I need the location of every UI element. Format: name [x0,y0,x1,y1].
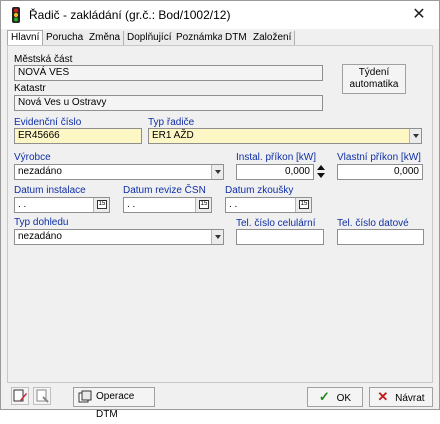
evidencni-cislo-input[interactable]: ER45666 [14,128,142,144]
evidencni-cislo-label: Evidenční číslo [14,117,82,128]
typ-radice-value: ER1 AŽD [152,130,194,141]
edit-icon[interactable] [11,387,29,405]
datum-instalace-label: Datum instalace [14,185,86,196]
chevron-down-icon[interactable] [409,129,421,143]
tydeni-automatika-line1: Týdení [358,67,390,78]
tab-zalozeni[interactable]: Založení [250,31,296,45]
typ-dohledu-select[interactable]: nezadáno [14,229,224,245]
typ-dohledu-value: nezadáno [18,231,62,242]
datum-revize-label: Datum revize ČSN [123,185,206,196]
typ-dohledu-label: Typ dohledu [14,217,69,228]
instal-prikon-label: Instal. příkon [kW] [236,152,317,163]
calendar-icon[interactable]: 15 [195,198,211,212]
vlastni-prikon-label: Vlastní příkon [kW] [337,152,421,163]
vyrobce-value: nezadáno [18,166,62,177]
katastr-label: Katastr [14,83,46,94]
tab-poznamka[interactable]: Poznámka [173,31,228,45]
navrat-button[interactable]: ✕ Návrat [369,387,433,407]
chevron-down-icon[interactable] [211,230,223,244]
tab-bar: Hlavní Porucha Změna Doplňující Poznámka… [7,30,433,45]
tel-celularni-input[interactable] [236,229,324,245]
datum-instalace-input[interactable]: . . 15 [14,197,110,213]
operace-dtm-label: Operace DTM [96,391,135,420]
tab-porucha[interactable]: Porucha [43,31,88,45]
tel-celularni-label: Tel. číslo celulární [236,218,316,229]
datum-zkousky-value: . . [229,199,238,210]
navrat-label: Návrat [395,393,425,404]
chevron-down-icon[interactable] [211,165,223,179]
tab-dtm[interactable]: DTM [222,31,251,45]
tel-datove-input[interactable] [337,229,424,245]
vyrobce-label: Výrobce [14,152,51,163]
mestska-cast-field: NOVÁ VES [14,65,323,81]
instal-prikon-input[interactable]: 0,000 [236,164,314,180]
dialog-window: Řadič - zakládání (gr.č.: Bod/1002/12) ✕… [0,0,440,420]
mestska-cast-label: Městská část [14,54,73,65]
datum-zkousky-label: Datum zkoušky [225,185,294,196]
typ-radice-label: Typ řadiče [148,117,195,128]
vlastni-prikon-input[interactable]: 0,000 [337,164,423,180]
close-button[interactable]: ✕ [405,3,433,27]
dtm-icon [78,390,92,403]
datum-zkousky-input[interactable]: . . 15 [225,197,312,213]
datum-revize-value: . . [127,199,136,210]
tydeni-automatika-button[interactable]: Týdení automatika [342,64,406,94]
window-title: Řadič - zakládání (gr.č.: Bod/1002/12) [29,8,231,22]
tel-datove-label: Tel. číslo datové [337,218,409,229]
tab-panel-hlavni: Městská část NOVÁ VES Týdení automatika … [7,45,433,383]
tab-doplnujici[interactable]: Doplňující [124,31,176,45]
spinner-icon[interactable] [315,164,327,180]
ok-label: OK [336,393,352,404]
calendar-icon[interactable]: 15 [93,198,109,212]
operace-dtm-button[interactable]: Operace DTM [73,387,155,420]
ok-button[interactable]: ✓ OK [307,387,363,407]
vyrobce-select[interactable]: nezadáno [14,164,224,180]
tab-zmena[interactable]: Změna [86,31,125,45]
datum-instalace-value: . . [18,199,27,210]
calendar-icon[interactable]: 15 [295,198,311,212]
document-icon[interactable] [33,387,51,405]
check-icon: ✓ [318,389,330,404]
title-bar: Řadič - zakládání (gr.č.: Bod/1002/12) ✕ [1,1,439,29]
traffic-light-icon [12,7,20,23]
tab-hlavni[interactable]: Hlavní [7,30,44,45]
dialog-footer: Operace DTM ✓ OK ✕ Návrat [1,385,439,420]
tydeni-automatika-line2: automatika [349,79,399,90]
close-icon: ✕ [377,389,389,404]
datum-revize-input[interactable]: . . 15 [123,197,212,213]
katastr-field: Nová Ves u Ostravy [14,95,323,111]
typ-radice-select[interactable]: ER1 AŽD [148,128,422,144]
